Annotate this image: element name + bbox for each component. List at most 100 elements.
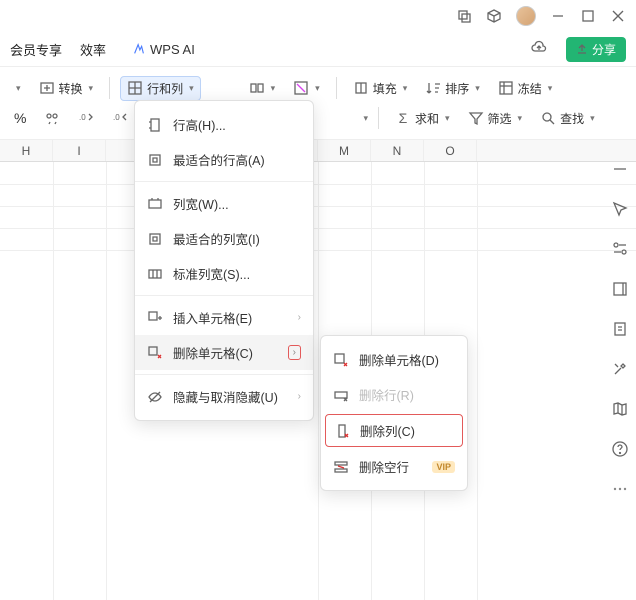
bestfit-col-icon	[147, 231, 163, 247]
map-icon[interactable]	[611, 400, 629, 418]
layout-icon[interactable]	[611, 280, 629, 298]
tab-efficiency[interactable]: 效率	[80, 40, 106, 59]
expand-icon[interactable]: ▾	[363, 113, 368, 124]
cursor-icon[interactable]	[611, 200, 629, 218]
comma-button[interactable]	[38, 107, 66, 129]
fill-button[interactable]: 填充▾	[347, 77, 414, 100]
insert-cells-icon	[147, 310, 163, 326]
chevron-right-icon: ›	[298, 312, 301, 323]
wps-ai-button[interactable]: WPS AI	[132, 42, 195, 57]
hide-icon	[147, 389, 163, 405]
maximize-icon[interactable]	[580, 8, 596, 24]
submenu-delete-blank[interactable]: 删除空行 VIP	[321, 449, 467, 484]
submenu-delete-col[interactable]: 删除列(C)	[325, 414, 463, 447]
col-i[interactable]: I	[53, 140, 106, 161]
submenu-delete-row: 删除行(R)	[321, 377, 467, 412]
format-button[interactable]: ▾	[287, 77, 326, 99]
menu-hide-unhide[interactable]: 隐藏与取消隐藏(U) ›	[135, 379, 313, 414]
menu-bestfit-row[interactable]: 最适合的行高(A)	[135, 142, 313, 177]
vip-badge: VIP	[432, 461, 455, 473]
std-colwidth-icon	[147, 266, 163, 282]
col-o[interactable]: O	[424, 140, 477, 161]
submenu-delete-blank-label: 删除空行	[359, 457, 409, 476]
clipboard-icon[interactable]	[611, 320, 629, 338]
delete-blank-icon	[333, 459, 349, 475]
column-headers[interactable]: H I M N O	[0, 140, 636, 162]
chevron-right-icon: ›	[288, 345, 301, 360]
delete-cells-submenu: 删除单元格(D) 删除行(R) 删除列(C) 删除空行 VIP	[320, 335, 468, 491]
share-label: 分享	[592, 41, 616, 58]
submenu-delete-cells-label: 删除单元格(D)	[359, 350, 439, 369]
share-button[interactable]: 分享	[566, 37, 626, 62]
menu-row-height[interactable]: 行高(H)...	[135, 107, 313, 142]
avatar[interactable]	[516, 6, 536, 26]
menu-insert-cells[interactable]: 插入单元格(E) ›	[135, 300, 313, 335]
menu-hide-unhide-label: 隐藏与取消隐藏(U)	[173, 387, 278, 406]
find-label: 查找	[560, 110, 584, 127]
spreadsheet-grid[interactable]	[0, 162, 636, 600]
svg-text:.0: .0	[113, 113, 120, 122]
rowcol-menu: 行高(H)... 最适合的行高(A) 列宽(W)... 最适合的列宽(I) 标准…	[134, 100, 314, 421]
menu-delete-cells[interactable]: 删除单元格(C) ›	[135, 335, 313, 370]
wps-ai-label: WPS AI	[150, 42, 195, 57]
menu-std-colwidth[interactable]: 标准列宽(S)...	[135, 256, 313, 291]
tab-member[interactable]: 会员专享	[10, 40, 62, 59]
menu-std-colwidth-label: 标准列宽(S)...	[173, 264, 250, 283]
col-m[interactable]: M	[318, 140, 371, 161]
decrease-decimal-button[interactable]: .0	[106, 107, 134, 129]
submenu-delete-cells[interactable]: 删除单元格(D)	[321, 342, 467, 377]
more-icon[interactable]	[611, 480, 629, 498]
help-icon[interactable]	[611, 440, 629, 458]
tools-icon[interactable]	[611, 360, 629, 378]
filter-button[interactable]: 筛选▾	[462, 107, 529, 130]
col-h[interactable]: H	[0, 140, 53, 161]
settings-icon[interactable]	[611, 240, 629, 258]
freeze-button[interactable]: 冻结▾	[492, 77, 559, 100]
row-height-icon	[147, 117, 163, 133]
menu-col-width-label: 列宽(W)...	[173, 194, 229, 213]
increase-decimal-button[interactable]: .0	[72, 107, 100, 129]
menu-insert-cells-label: 插入单元格(E)	[173, 308, 252, 327]
menu-bestfit-row-label: 最适合的行高(A)	[173, 150, 265, 169]
cube-icon[interactable]	[486, 8, 502, 24]
chevron-right-icon: ›	[298, 391, 301, 402]
menu-col-width[interactable]: 列宽(W)...	[135, 186, 313, 221]
menu-bestfit-col-label: 最适合的列宽(I)	[173, 229, 260, 248]
window-copy-icon[interactable]	[456, 8, 472, 24]
merge-button[interactable]: ▾	[243, 77, 282, 99]
rowcol-button[interactable]: 行和列▾	[120, 76, 201, 101]
minimize-icon[interactable]	[550, 8, 566, 24]
close-icon[interactable]	[610, 8, 626, 24]
freeze-label: 冻结	[518, 80, 542, 97]
share-icon	[576, 43, 588, 55]
svg-text:.0: .0	[79, 113, 86, 122]
sort-label: 排序	[445, 80, 469, 97]
menu-bestfit-col[interactable]: 最适合的列宽(I)	[135, 221, 313, 256]
find-button[interactable]: 查找▾	[534, 107, 601, 130]
delete-cells-icon	[333, 352, 349, 368]
menu-row-height-label: 行高(H)...	[173, 115, 226, 134]
minus-icon[interactable]	[611, 160, 629, 178]
dropdown-1[interactable]: ▾	[8, 80, 27, 97]
delete-row-icon	[333, 387, 349, 403]
filter-label: 筛选	[488, 110, 512, 127]
cloud-icon[interactable]	[530, 39, 548, 60]
fill-label: 填充	[373, 80, 397, 97]
wpsai-icon	[132, 42, 146, 56]
col-n[interactable]: N	[371, 140, 424, 161]
delete-col-icon	[334, 423, 350, 439]
percent-button[interactable]: %	[8, 107, 32, 129]
delete-cells-icon	[147, 345, 163, 361]
submenu-delete-row-label: 删除行(R)	[359, 385, 414, 404]
sum-label: 求和	[415, 110, 439, 127]
sort-button[interactable]: 排序▾	[419, 77, 486, 100]
sum-button[interactable]: Σ求和▾	[389, 107, 456, 130]
menu-delete-cells-label: 删除单元格(C)	[173, 343, 253, 362]
convert-button[interactable]: 转换▾	[33, 77, 100, 100]
rowcol-label: 行和列	[147, 80, 183, 97]
bestfit-row-icon	[147, 152, 163, 168]
col-width-icon	[147, 196, 163, 212]
side-toolbar	[604, 160, 636, 498]
submenu-delete-col-label: 删除列(C)	[360, 421, 415, 440]
convert-label: 转换	[59, 80, 83, 97]
